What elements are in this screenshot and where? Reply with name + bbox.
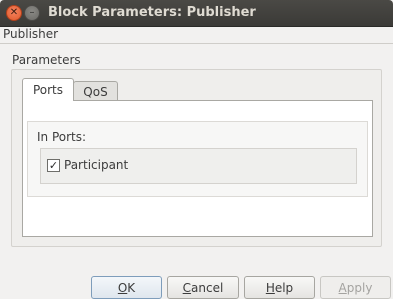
tab-qos[interactable]: QoS: [73, 81, 118, 101]
help-button[interactable]: Help: [244, 276, 315, 299]
apply-button-label: Apply: [338, 280, 373, 295]
participant-label[interactable]: Participant: [64, 158, 128, 172]
tab-ports[interactable]: Ports: [22, 78, 74, 101]
cancel-button[interactable]: Cancel: [167, 276, 239, 299]
block-name-label: Publisher: [3, 27, 59, 41]
separator: [0, 43, 393, 44]
parameters-label: Parameters: [12, 53, 81, 67]
cancel-button-label: Cancel: [182, 280, 224, 295]
title-bar[interactable]: ✕ – Block Parameters: Publisher: [0, 0, 393, 27]
window-title: Block Parameters: Publisher: [48, 5, 256, 20]
apply-button[interactable]: Apply: [320, 276, 391, 299]
ok-button-label: OK: [117, 280, 136, 295]
in-ports-label: In Ports:: [37, 130, 87, 144]
participant-checkbox[interactable]: ✓: [47, 159, 60, 172]
close-icon[interactable]: ✕: [6, 5, 22, 21]
help-button-label: Help: [265, 280, 294, 295]
ok-button[interactable]: OK: [91, 276, 162, 299]
minimize-icon[interactable]: –: [24, 5, 40, 21]
